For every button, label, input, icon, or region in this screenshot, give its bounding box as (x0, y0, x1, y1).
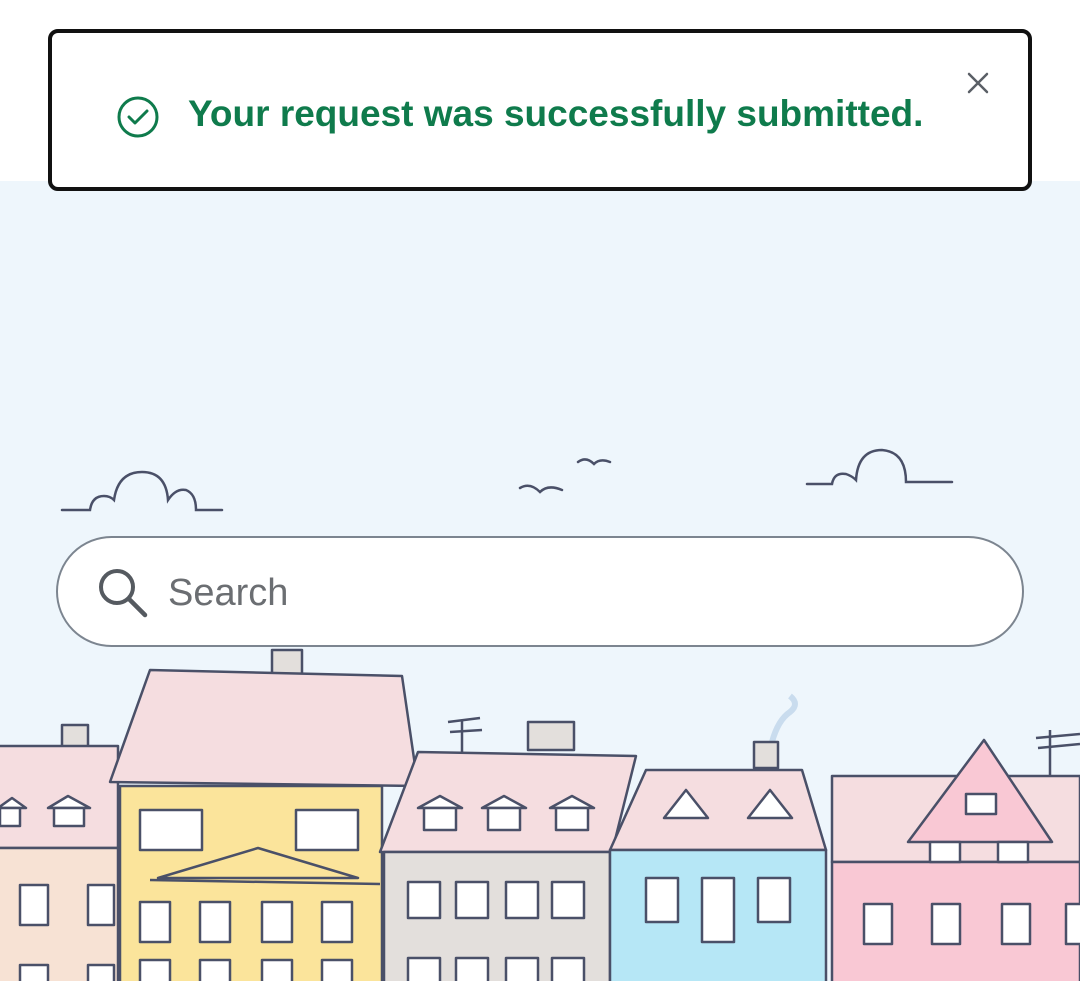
close-icon[interactable] (960, 65, 996, 101)
check-circle-icon (116, 95, 160, 139)
house-pink (830, 730, 1080, 981)
bird-2 (576, 458, 612, 466)
search-icon[interactable] (95, 565, 151, 621)
bird-1 (518, 484, 564, 494)
house-blue (608, 693, 828, 981)
toast-message: Your request was successfully submitted. (188, 93, 924, 134)
house-peach (0, 723, 120, 981)
search-bar (56, 536, 1024, 647)
house-yellow (108, 648, 420, 981)
cloud-right (805, 448, 954, 486)
success-toast: Your request was successfully submitted. (48, 29, 1032, 191)
cloud-left (60, 470, 224, 512)
search-input[interactable] (166, 558, 990, 628)
house-grey (378, 716, 638, 981)
